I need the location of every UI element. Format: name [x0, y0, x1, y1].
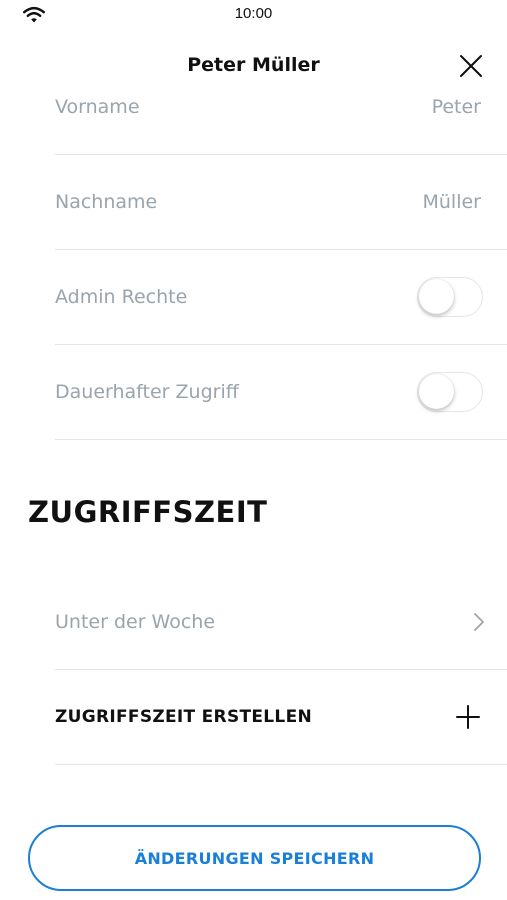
admin-rights-label: Admin Rechte	[55, 286, 188, 308]
access-time-item-label: Unter der Woche	[55, 611, 216, 633]
plus-icon[interactable]	[455, 704, 481, 730]
admin-rights-row: Admin Rechte	[55, 250, 507, 345]
last-name-row[interactable]: Nachname Müller	[55, 155, 507, 250]
permanent-access-row: Dauerhafter Zugriff	[55, 345, 507, 440]
chevron-right-icon	[474, 613, 484, 631]
status-time: 10:00	[234, 5, 273, 22]
first-name-value[interactable]: Peter	[432, 96, 481, 118]
last-name-value[interactable]: Müller	[423, 191, 482, 213]
create-access-time-row[interactable]: ZUGRIFFSZEIT ERSTELLEN	[55, 670, 507, 765]
access-time-item-weekdays[interactable]: Unter der Woche	[55, 575, 507, 670]
create-access-time-label: ZUGRIFFSZEIT ERSTELLEN	[55, 707, 313, 727]
first-name-row[interactable]: Vorname Peter	[55, 60, 507, 155]
save-changes-button[interactable]: ÄNDERUNGEN SPEICHERN	[28, 825, 481, 891]
toggle-knob	[419, 374, 454, 409]
permanent-access-label: Dauerhafter Zugriff	[55, 381, 239, 403]
admin-rights-toggle[interactable]	[417, 277, 483, 317]
toggle-knob	[419, 279, 454, 314]
status-bar: 10:00	[0, 0, 507, 30]
permanent-access-toggle[interactable]	[417, 372, 483, 412]
last-name-label: Nachname	[55, 191, 158, 213]
section-title-access-time: ZUGRIFFSZEIT	[28, 495, 268, 529]
first-name-label: Vorname	[55, 96, 140, 118]
